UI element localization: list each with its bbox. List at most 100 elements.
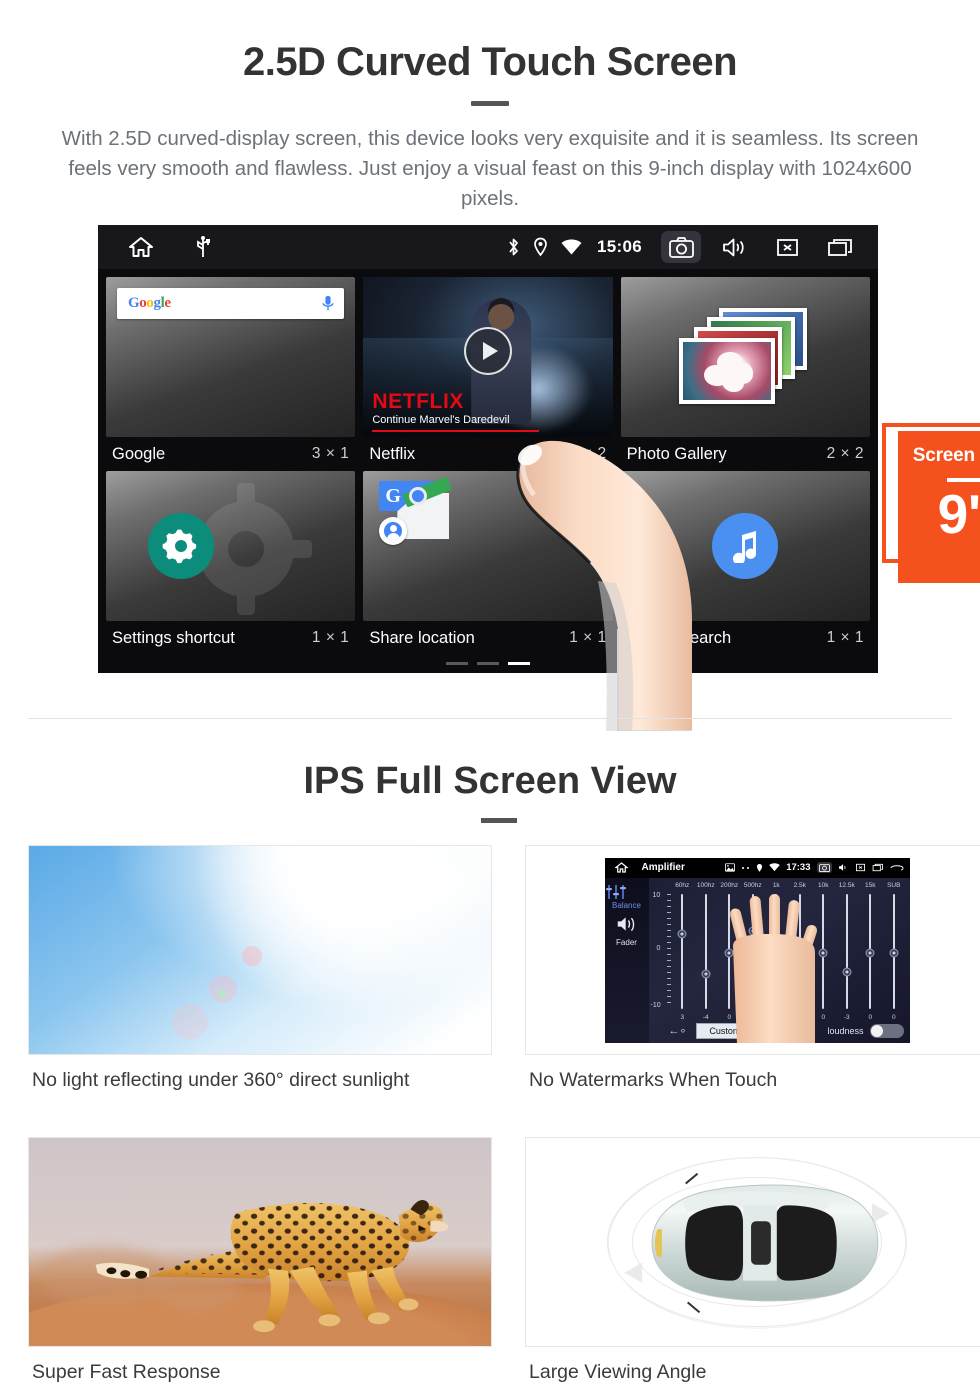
music-note-icon[interactable]: [712, 513, 779, 579]
band-value: -3: [843, 1013, 850, 1021]
widget-label: Share location: [369, 628, 475, 647]
photo-gallery-icon: [675, 308, 815, 406]
band-label: 15k: [865, 881, 876, 889]
widget-share-location[interactable]: G Share location 1 × 1: [363, 471, 613, 655]
play-icon[interactable]: [463, 326, 512, 375]
section-1-title-rule: [471, 101, 509, 106]
widget-picker-grid: Google Google 3 × 1 NETFLIX Continue Mar…: [98, 269, 878, 673]
page-dot[interactable]: [477, 662, 499, 665]
band-value: 0: [868, 1013, 873, 1021]
home-icon[interactable]: [614, 862, 628, 873]
widget-settings-shortcut[interactable]: Settings shortcut 1 × 1: [106, 471, 356, 655]
fader-label[interactable]: Fader: [605, 938, 649, 947]
band-label: 60hz: [675, 881, 690, 889]
scale-mid: 0: [656, 945, 661, 953]
widget-label: Netflix: [369, 444, 416, 463]
back-icon[interactable]: [890, 863, 904, 872]
badge-fill: Screen Size 9": [898, 431, 980, 583]
eq-slider[interactable]: [835, 893, 859, 1009]
page-dot-active[interactable]: [508, 662, 530, 665]
location-icon: [756, 863, 763, 873]
feature-caption: No Watermarks When Touch: [529, 1069, 778, 1091]
band-value: 0: [891, 1013, 896, 1021]
gallery-icon: [725, 863, 736, 872]
band-label: 200hz: [720, 881, 739, 889]
sliders-icon[interactable]: [605, 884, 649, 900]
widget-row-1: Google Google 3 × 1 NETFLIX Continue Mar…: [106, 277, 870, 471]
badge-value: 9": [937, 483, 980, 545]
close-icon[interactable]: [855, 863, 866, 872]
feature-card-fast-response: Super Fast Response: [28, 1137, 492, 1384]
camera-icon[interactable]: [661, 231, 701, 263]
loudness-toggle[interactable]: [869, 1023, 904, 1038]
equalizer-band-labels: 60hz 100hz 200hz 500hz 1k 2.5k 10k 12.5k: [671, 882, 906, 889]
speaker-icon[interactable]: [616, 916, 638, 932]
more-icon: [741, 866, 750, 870]
gear-icon[interactable]: [148, 513, 214, 579]
equalizer-scale: 10 0 -10: [651, 892, 673, 1009]
camera-icon[interactable]: [816, 862, 832, 873]
section-2-title: IPS Full Screen View: [303, 760, 677, 802]
running-cheetah-photo: [28, 1137, 492, 1347]
widget-label: Sound Search: [626, 628, 732, 647]
amplifier-screen: Amplifier 17:33 Balance Fader 60hz 100hz…: [604, 857, 910, 1043]
close-icon[interactable]: [767, 231, 807, 263]
car-top-view-illustration: [525, 1137, 980, 1347]
mic-icon[interactable]: [322, 295, 334, 312]
google-search-widget[interactable]: Google: [117, 288, 345, 319]
widget-google[interactable]: Google Google 3 × 1: [106, 277, 356, 471]
device-screenshot: 15:06 Google Google 3 × 1 NETFLIX Contin…: [98, 225, 980, 731]
section-1-description: With 2.5D curved-display screen, this de…: [61, 127, 919, 210]
feature-caption: Super Fast Response: [32, 1361, 221, 1383]
widget-size: 3 × 1: [311, 445, 350, 462]
product-feature-page: 2.5D Curved Touch Screen With 2.5D curve…: [0, 0, 980, 1394]
widget-netflix[interactable]: NETFLIX Continue Marvel's Daredevil Netf…: [363, 277, 613, 471]
location-icon: [533, 237, 548, 257]
recents-icon[interactable]: [820, 231, 860, 263]
eq-slider[interactable]: [859, 893, 883, 1009]
page-indicator[interactable]: [98, 662, 878, 665]
screen-size-badge: Screen Size 9": [882, 423, 980, 583]
amplifier-side-nav: Balance Fader: [604, 877, 649, 1043]
band-label: 100hz: [696, 881, 715, 889]
band-label: 1k: [772, 881, 780, 889]
scale-max: 10: [652, 891, 661, 899]
feature-caption: Large Viewing Angle: [529, 1361, 707, 1383]
feature-card-row-1: No light reflecting under 360° direct su…: [28, 845, 980, 1092]
balance-label[interactable]: Balance: [605, 901, 649, 910]
usb-icon[interactable]: [196, 236, 210, 258]
section-1-title: 2.5D Curved Touch Screen: [242, 40, 738, 84]
section-divider: [28, 718, 952, 719]
widget-photo-gallery[interactable]: Photo Gallery 2 × 2: [620, 277, 870, 471]
open-hand-illustration: [729, 893, 817, 1043]
widget-size: 2 × 2: [826, 445, 864, 462]
band-label: 2.5k: [793, 881, 806, 889]
eq-slider[interactable]: [882, 893, 906, 1009]
widget-size: 1 × 1: [826, 629, 864, 646]
page-dot[interactable]: [446, 662, 468, 665]
netflix-widget-art: NETFLIX Continue Marvel's Daredevil: [363, 277, 613, 437]
badge-label: Screen Size: [912, 445, 980, 466]
scale-min: -10: [650, 1001, 661, 1009]
widget-label: Settings shortcut: [112, 628, 235, 647]
netflix-brand: NETFLIX: [372, 390, 465, 413]
volume-icon[interactable]: [838, 863, 849, 872]
bluetooth-icon: [507, 237, 520, 257]
volume-icon[interactable]: [714, 231, 754, 263]
home-icon[interactable]: [128, 236, 154, 258]
feature-card-sunlight: No light reflecting under 360° direct su…: [28, 845, 492, 1092]
google-logo: Google: [128, 295, 171, 311]
back-arrow-icon[interactable]: ←∘: [669, 1024, 687, 1037]
band-value: 3: [680, 1013, 685, 1021]
badge-rule: [947, 478, 980, 482]
widget-size: 3 × 2: [569, 445, 607, 462]
amplifier-title: Amplifier: [641, 862, 685, 873]
google-maps-icon[interactable]: G: [379, 476, 453, 545]
recents-icon[interactable]: [872, 863, 884, 872]
eq-slider[interactable]: [671, 893, 695, 1009]
widget-sound-search[interactable]: Sound Search 1 × 1: [620, 471, 870, 655]
status-bar-clock: 15:06: [597, 237, 642, 256]
band-label: SUB: [887, 881, 901, 889]
section-2-title-rule: [481, 818, 517, 823]
android-home-screen: 15:06 Google Google 3 × 1 NETFLIX Contin…: [98, 225, 878, 673]
